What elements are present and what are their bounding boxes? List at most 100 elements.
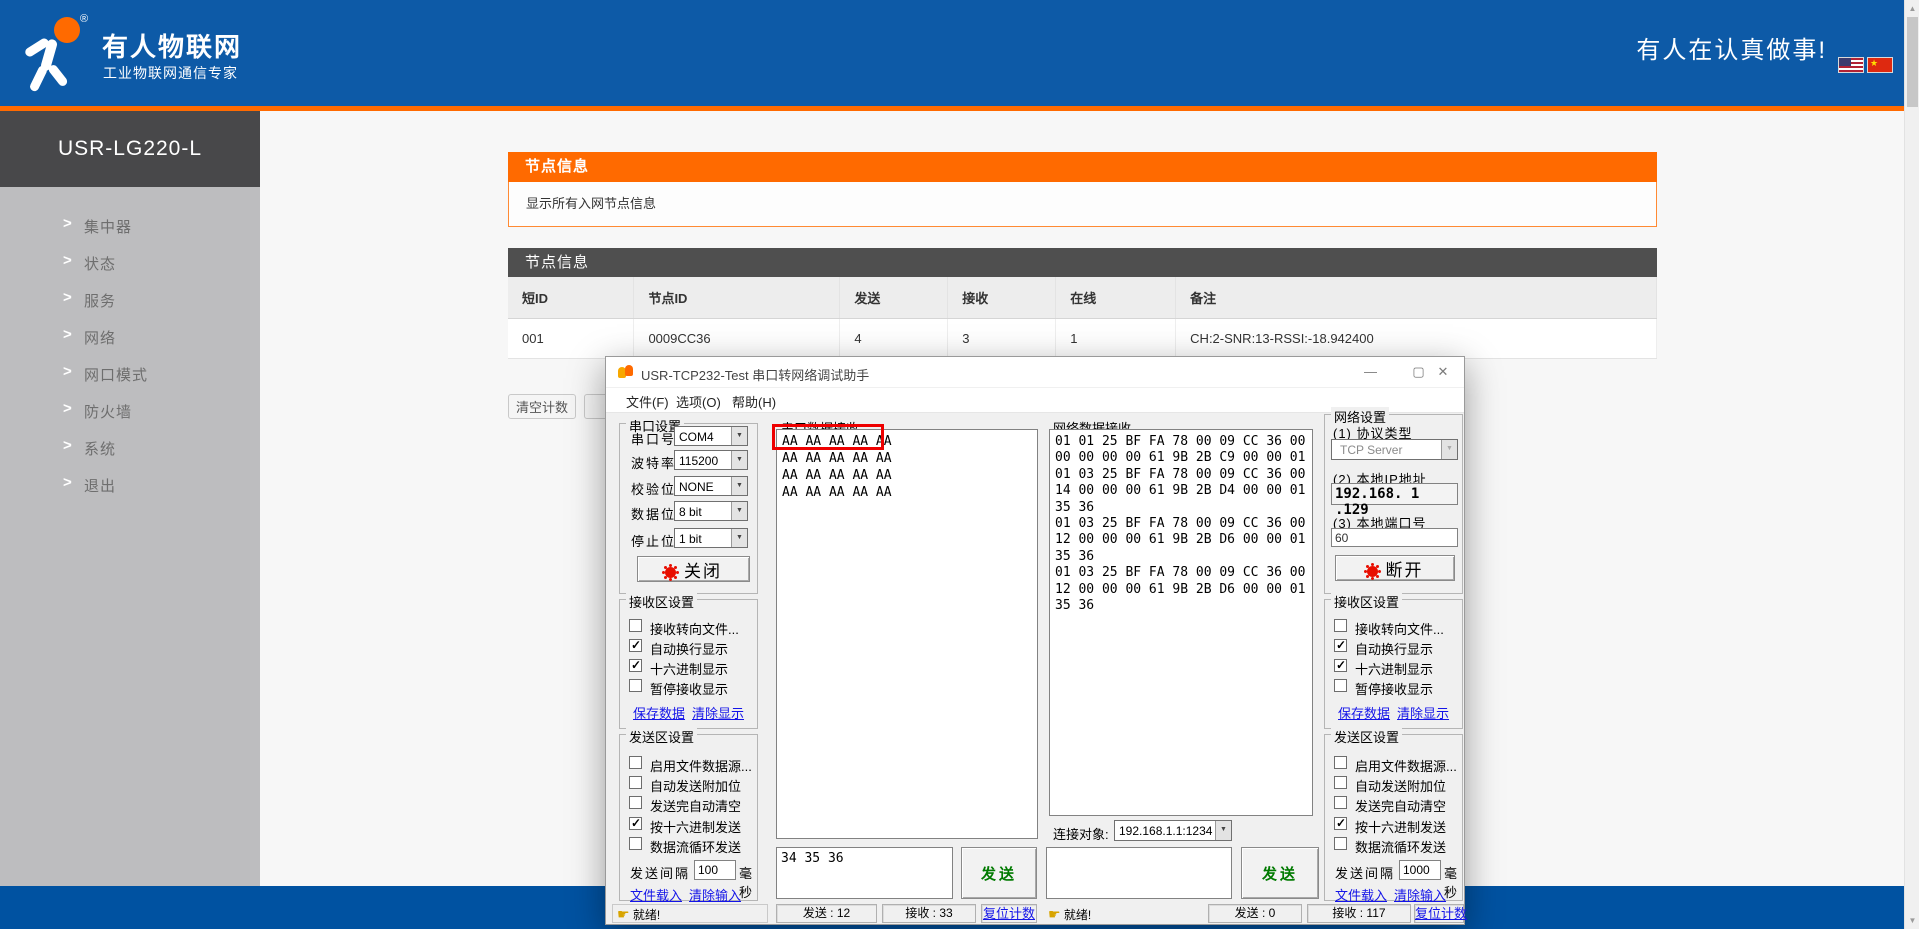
clear-input-link[interactable]: 清除输入 bbox=[1394, 885, 1446, 904]
load-file-link[interactable]: 文件载入 bbox=[630, 885, 682, 904]
checkbox-icon[interactable] bbox=[629, 796, 642, 809]
sidebar-item-port-mode[interactable]: >网口模式 bbox=[0, 360, 260, 390]
net-reset-count-button[interactable]: 复位计数 bbox=[1414, 904, 1464, 923]
scrollbar-thumb[interactable] bbox=[1907, 17, 1918, 107]
sidebar-item-concentrator[interactable]: >集中器 bbox=[0, 212, 260, 242]
cn-flag-icon[interactable]: ★ bbox=[1867, 57, 1893, 73]
baud-rate-select[interactable]: 115200▼ bbox=[674, 450, 748, 470]
dropdown-arrow-icon[interactable]: ▼ bbox=[731, 477, 747, 495]
checkbox-checked-icon[interactable] bbox=[1334, 817, 1347, 830]
checkbox-checked-icon[interactable] bbox=[1334, 659, 1347, 672]
dropdown-arrow-icon[interactable]: ▼ bbox=[1215, 821, 1231, 840]
scroll-up-icon[interactable]: ▲ bbox=[1905, 1, 1919, 16]
checkbox-checked-icon[interactable] bbox=[629, 639, 642, 652]
parity-select[interactable]: NONE▼ bbox=[674, 476, 748, 496]
load-file-link[interactable]: 文件载入 bbox=[1335, 885, 1387, 904]
data-bits-select[interactable]: 8 bit▼ bbox=[674, 501, 748, 521]
window-titlebar[interactable]: USR-TCP232-Test 串口转网络调试助手 — ▢ ✕ bbox=[606, 357, 1464, 387]
checkbox-checked-icon[interactable] bbox=[629, 817, 642, 830]
local-ip-input[interactable]: 192.168. 1 .129 bbox=[1331, 483, 1458, 505]
connect-target-select[interactable]: 192.168.1.1:1234▼ bbox=[1114, 820, 1232, 841]
menu-file[interactable]: 文件(F) bbox=[626, 392, 669, 411]
send-interval-input[interactable]: 100 bbox=[694, 860, 736, 880]
serial-recv-line: AA AA AA AA AA bbox=[782, 484, 1032, 501]
dropdown-arrow-icon[interactable]: ▼ bbox=[731, 427, 747, 445]
local-port-input[interactable]: 60 bbox=[1331, 528, 1458, 547]
checkbox-icon[interactable] bbox=[629, 756, 642, 769]
menu-help[interactable]: 帮助(H) bbox=[732, 392, 776, 411]
checkbox-icon[interactable] bbox=[1334, 679, 1347, 692]
checkbox-checked-icon[interactable] bbox=[1334, 639, 1347, 652]
dropdown-arrow-icon[interactable]: ▼ bbox=[731, 451, 747, 469]
send-interval-label: 发送间隔 bbox=[630, 863, 690, 882]
us-flag-icon[interactable] bbox=[1838, 57, 1864, 73]
minimize-button[interactable]: — bbox=[1348, 357, 1393, 387]
clear-count-button[interactable]: 清空计数 bbox=[508, 394, 576, 419]
checkbox-icon[interactable] bbox=[629, 619, 642, 632]
checkbox-icon[interactable] bbox=[1334, 756, 1347, 769]
net-recv-line: 01 03 25 BF FA 78 00 09 CC 36 00 01 02 0… bbox=[1055, 516, 1307, 532]
disconnect-button[interactable]: 断开 bbox=[1335, 555, 1455, 581]
checkbox-checked-icon[interactable] bbox=[629, 659, 642, 672]
checkbox-icon[interactable] bbox=[629, 679, 642, 692]
net-recv-line: 01 03 25 BF FA 78 00 09 CC 36 00 01 02 0… bbox=[1055, 467, 1307, 483]
dropdown-arrow-icon[interactable]: ▼ bbox=[731, 502, 747, 520]
save-data-link[interactable]: 保存数据 bbox=[1338, 703, 1390, 722]
serial-port-select[interactable]: COM4▼ bbox=[674, 426, 748, 446]
checkbox-icon[interactable] bbox=[629, 776, 642, 789]
net-send-settings-group: 发送区设置 启用文件数据源... 自动发送附加位 发送完自动清空 按十六进制发送… bbox=[1324, 734, 1463, 901]
sidebar-item-logout[interactable]: >退出 bbox=[0, 471, 260, 501]
sidebar-item-status[interactable]: >状态 bbox=[0, 249, 260, 279]
serial-reset-count-button[interactable]: 复位计数 bbox=[981, 904, 1037, 923]
serial-close-button[interactable]: 关闭 bbox=[637, 556, 750, 582]
net-recv-area[interactable]: 01 01 25 BF FA 78 00 09 CC 36 00 01 02 0… bbox=[1049, 429, 1313, 816]
page-scrollbar[interactable]: ▲ ▼ bbox=[1904, 0, 1919, 929]
col-online: 在线 bbox=[1056, 277, 1176, 318]
dropdown-arrow-icon[interactable]: ▼ bbox=[731, 529, 747, 547]
serial-sent-counter: 发送 : 12 bbox=[776, 904, 877, 923]
clear-input-link[interactable]: 清除输入 bbox=[689, 885, 741, 904]
serial-send-button[interactable]: 发送 bbox=[961, 847, 1037, 899]
checkbox-icon[interactable] bbox=[1334, 796, 1347, 809]
header-slogan: 有人在认真做事! bbox=[1636, 30, 1827, 65]
net-send-input[interactable] bbox=[1046, 847, 1232, 899]
close-button[interactable]: ✕ bbox=[1420, 357, 1466, 387]
net-recv-line: 35 36 bbox=[1055, 549, 1307, 565]
protocol-type-select[interactable]: TCP Server▼ bbox=[1331, 439, 1458, 460]
ms-unit-label: 毫秒 bbox=[739, 863, 757, 901]
send-settings-title: 发送区设置 bbox=[1331, 727, 1402, 746]
serial-send-input[interactable]: 34 35 36 bbox=[776, 847, 953, 899]
clear-display-link[interactable]: 清除显示 bbox=[692, 703, 744, 722]
chevron-right-icon: > bbox=[63, 252, 72, 269]
net-status-ready: ☛ 就绪! bbox=[1043, 904, 1163, 923]
registered-mark: ® bbox=[80, 13, 88, 25]
stop-bits-select[interactable]: 1 bit▼ bbox=[674, 528, 748, 548]
led-open-icon bbox=[665, 567, 676, 578]
sidebar-item-system[interactable]: >系统 bbox=[0, 434, 260, 464]
clear-display-link[interactable]: 清除显示 bbox=[1397, 703, 1449, 722]
net-recv-line: 01 03 25 BF FA 78 00 09 CC 36 00 01 02 0… bbox=[1055, 565, 1307, 581]
sidebar-item-service[interactable]: >服务 bbox=[0, 286, 260, 316]
checkbox-icon[interactable] bbox=[1334, 837, 1347, 850]
net-recv-line: 12 00 00 00 61 9B 2B D6 00 00 01 00 03 3… bbox=[1055, 532, 1307, 548]
sidebar-item-network[interactable]: >网络 bbox=[0, 323, 260, 353]
checkbox-icon[interactable] bbox=[1334, 776, 1347, 789]
chevron-right-icon: > bbox=[63, 215, 72, 232]
ms-unit-label: 毫秒 bbox=[1444, 863, 1462, 901]
table-row: 001 0009CC36 4 3 1 CH:2-SNR:13-RSSI:-18.… bbox=[508, 318, 1657, 358]
sidebar-item-firewall[interactable]: >防火墙 bbox=[0, 397, 260, 427]
send-interval-input[interactable]: 1000 bbox=[1399, 860, 1441, 880]
checkbox-icon[interactable] bbox=[1334, 619, 1347, 632]
net-send-button[interactable]: 发送 bbox=[1241, 847, 1319, 899]
net-recv-line: 01 01 25 BF FA 78 00 09 CC 36 00 01 02 0… bbox=[1055, 434, 1307, 450]
cell-received: 3 bbox=[948, 318, 1056, 358]
checkbox-icon[interactable] bbox=[629, 837, 642, 850]
save-data-link[interactable]: 保存数据 bbox=[633, 703, 685, 722]
chevron-right-icon: > bbox=[63, 326, 72, 343]
menu-options[interactable]: 选项(O) bbox=[676, 392, 721, 411]
scroll-down-icon[interactable]: ▼ bbox=[1905, 913, 1919, 928]
serial-recv-area[interactable]: AA AA AA AA AA AA AA AA AA AA AA AA AA A… bbox=[776, 429, 1038, 839]
device-model-title: USR-LG220-L bbox=[0, 111, 260, 187]
cell-short-id: 001 bbox=[508, 318, 634, 358]
cell-remark: CH:2-SNR:13-RSSI:-18.942400 bbox=[1176, 318, 1657, 358]
